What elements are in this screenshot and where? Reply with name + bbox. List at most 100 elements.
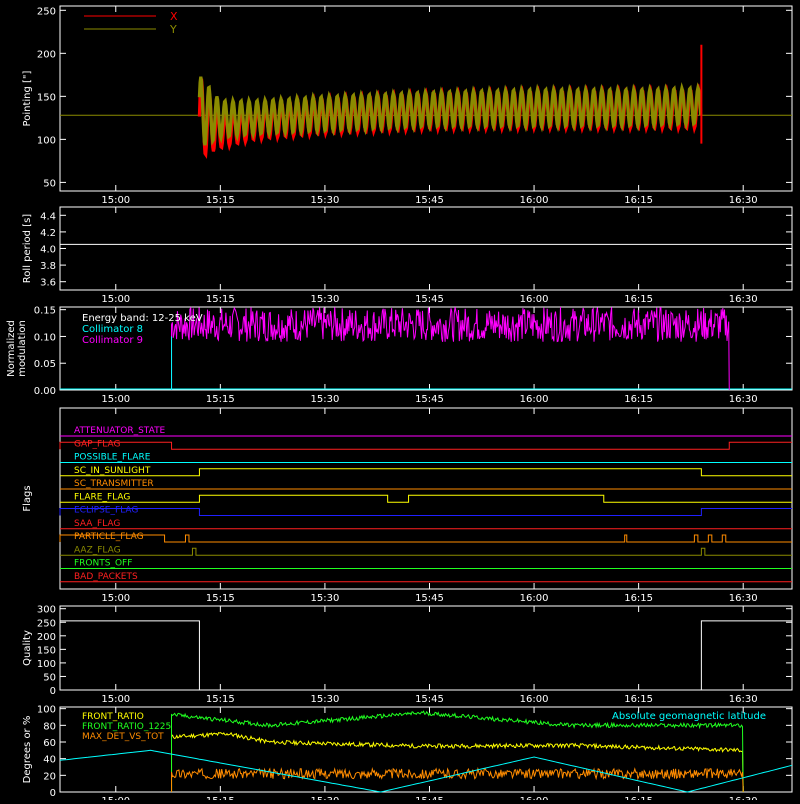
x-tick-label: 16:00: [520, 294, 549, 305]
x-tick-label: 16:00: [520, 694, 549, 705]
y-tick-label: 4.2: [40, 228, 56, 239]
quicklook-plot-stack: 15:00 15:15 15:30 15:45 16:00 16:15 16:30 50 100…: [0, 0, 800, 804]
legend-label-x: X: [170, 10, 178, 23]
y-tick-label: 0.10: [34, 332, 56, 343]
x-tick-label: 15:15: [206, 394, 235, 405]
x-tick-label: 15:15: [206, 593, 235, 604]
x-tick-label: 15:30: [311, 593, 340, 604]
y-tick-label: 50: [43, 672, 56, 683]
x-tick-label: 15:45: [415, 294, 444, 305]
ratio-series-1: [170, 710, 744, 793]
x-tick-label: 15:30: [311, 394, 340, 405]
x-tick-label: 15:45: [415, 394, 444, 405]
y-axis-label: Flags: [22, 485, 33, 511]
y-axis-label: Quality: [22, 630, 33, 666]
legend-label-y: Y: [169, 23, 177, 36]
flag-label-attenuator-state: ATTENUATOR_STATE: [74, 426, 166, 436]
y-tick-label: 100: [37, 659, 56, 670]
flag-label-saa-flag: SAA_FLAG: [74, 519, 120, 529]
x-tick-label: 15:00: [101, 593, 130, 604]
y-axis-label: Pointing ["]: [22, 70, 33, 126]
x-tick-label: 16:30: [729, 394, 758, 405]
y-tick-label: 3.6: [40, 278, 56, 289]
x-tick-label: 16:30: [729, 294, 758, 305]
y-tick-label: 100: [37, 135, 56, 146]
x-tick-label: 16:00: [520, 394, 549, 405]
x-tick-label: 15:00: [101, 195, 130, 206]
x-tick-label: 16:00: [520, 593, 549, 604]
panel-4: 15:00 15:15 15:30 15:45 16:00 16:15 16:30 0 50 10…: [22, 605, 793, 705]
y-tick-label: 80: [43, 721, 56, 732]
x-tick-label: 16:00: [520, 195, 549, 206]
modulation-annotation-2: Collimator 9: [82, 335, 143, 346]
y-tick-label: 0: [50, 788, 56, 799]
panel-frame: [59, 407, 793, 590]
flag-trace-aaz-flag: [60, 547, 792, 556]
x-tick-label: 15:00: [101, 394, 130, 405]
x-tick-label: 16:15: [624, 195, 653, 206]
x-tick-label: 16:00: [520, 796, 549, 800]
panel-frame: [59, 206, 793, 291]
flag-label-flare-flag: FLARE_FLAG: [74, 492, 130, 502]
quality-series: [60, 620, 792, 691]
y-tick-label: 200: [37, 632, 56, 643]
x-tick-label: 16:30: [729, 195, 758, 206]
geomagnetic-latitude-label: Absolute geomagnetic latitude: [612, 711, 766, 722]
flag-label-sc-transmitter: SC_TRANSMITTER: [74, 479, 154, 489]
ratio-legend-2: MAX_DET_VS_TOT: [82, 732, 164, 742]
x-tick-label: 15:30: [311, 294, 340, 305]
panel-5: 15:00 15:15 15:30 15:45 16:00 16:15 16:30 0 20 40…: [22, 705, 793, 804]
x-tick-label: 16:30: [729, 694, 758, 705]
x-tick-label: 16:15: [624, 694, 653, 705]
y-tick-label: 300: [37, 605, 56, 616]
y-axis-label: Degrees or %: [22, 716, 33, 784]
flag-label-fronts-off: FRONTS_OFF: [74, 559, 132, 569]
ratio-legend-1: FRONT_RATIO_1225: [82, 722, 171, 732]
x-tick-label: 15:45: [415, 694, 444, 705]
ratio-legend-0: FRONT_RATIO: [82, 712, 144, 722]
x-tick-label: 15:00: [101, 694, 130, 705]
y-tick-label: 4.4: [40, 211, 56, 222]
x-tick-label: 15:00: [101, 294, 130, 305]
ratio-series-0: [170, 731, 744, 793]
flag-trace-particle-flag: [59, 534, 792, 543]
y-axis-label: Roll period [s]: [22, 214, 33, 283]
y-tick-label: 0.00: [34, 386, 56, 397]
flag-label-possible-flare: POSSIBLE_FLARE: [74, 453, 151, 463]
ratio-series-2: [171, 766, 744, 793]
panel-2: 15:00 15:15 15:30 15:45 16:00 16:15 16:30 0.00 0…: [6, 306, 793, 405]
flag-label-aaz-flag: AAZ_FLAG: [74, 545, 121, 555]
panel-1: 15:00 15:15 15:30 15:45 16:00 16:15 16:30 3.6 3.…: [22, 206, 793, 305]
panel-0: 15:00 15:15 15:30 15:45 16:00 16:15 16:30 50 100…: [22, 5, 793, 206]
flag-label-gap-flag: GAP_FLAG: [74, 439, 120, 449]
x-tick-label: 16:15: [624, 294, 653, 305]
y-tick-label: 250: [37, 618, 56, 629]
x-tick-label: 15:30: [311, 796, 340, 800]
y-tick-label: 100: [37, 705, 56, 716]
x-tick-label: 16:15: [624, 593, 653, 604]
x-tick-label: 16:15: [624, 394, 653, 405]
x-tick-label: 15:30: [311, 694, 340, 705]
flag-trace-sc-in-sunlight: [60, 468, 792, 477]
panel-3: 15:00 15:15 15:30 15:45 16:00 16:15 16:30 Flags…: [22, 407, 793, 604]
x-tick-label: 15:30: [311, 195, 340, 206]
flag-label-bad-packets: BAD_PACKETS: [74, 572, 138, 582]
plot-canvas: 15:00 15:15 15:30 15:45 16:00 16:15 16:30 50 100…: [6, 5, 793, 804]
y-tick-label: 40: [43, 755, 56, 766]
collimator-9-series: [170, 306, 730, 391]
y-tick-label: 200: [37, 49, 56, 60]
y-tick-label: 3.8: [40, 261, 56, 272]
panel-frame: [59, 605, 793, 691]
y-tick-label: 20: [43, 771, 56, 782]
y-tick-label: 0.15: [34, 306, 56, 317]
y-tick-label: 150: [37, 645, 56, 656]
x-tick-label: 16:30: [729, 796, 758, 800]
y-tick-label: 0: [50, 686, 56, 697]
modulation-annotation-0: Energy band: 12-25 keV: [82, 313, 203, 324]
y-axis-label: modulation: [17, 320, 28, 377]
y-tick-label: 50: [43, 178, 56, 189]
flag-label-particle-flag: PARTICLE_FLAG: [74, 532, 144, 542]
y-tick-label: 150: [37, 92, 56, 103]
flag-trace-eclipse-flag: [59, 508, 792, 516]
x-tick-label: 16:15: [624, 796, 653, 800]
